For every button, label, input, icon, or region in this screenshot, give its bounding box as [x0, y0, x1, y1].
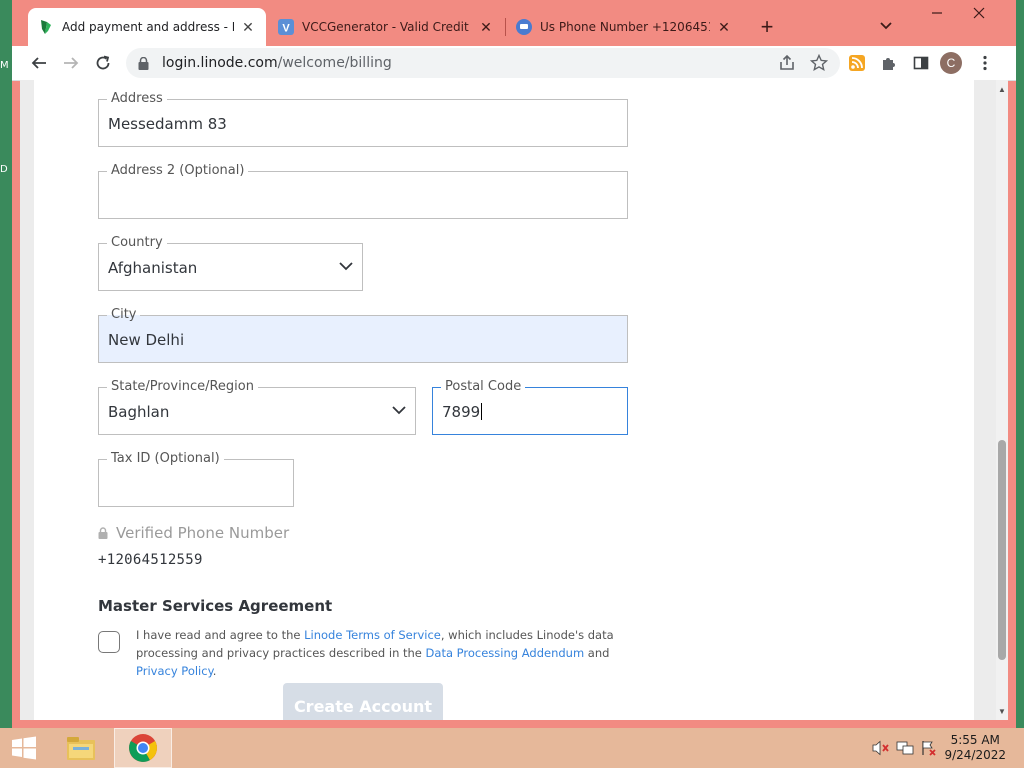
- browser-window: Add payment and address - Linode ✕ V VCC…: [12, 0, 1016, 728]
- page-viewport: Address Messedamm 83 Address 2 (Optional…: [20, 80, 996, 720]
- close-window-button[interactable]: [958, 0, 1000, 26]
- page-scrollbar[interactable]: ▲ ▼: [996, 80, 1008, 720]
- url-host: login.linode.com: [162, 55, 278, 71]
- address2-label: Address 2 (Optional): [107, 162, 249, 180]
- chrome-icon: [129, 734, 157, 762]
- chevron-down-icon[interactable]: [338, 258, 354, 274]
- billing-form-card: Address Messedamm 83 Address 2 (Optional…: [34, 80, 974, 720]
- linode-favicon-icon: [38, 19, 54, 35]
- new-tab-button[interactable]: +: [754, 14, 780, 40]
- close-tab-icon[interactable]: ✕: [478, 19, 494, 35]
- folder-icon: [67, 737, 95, 760]
- close-tab-icon[interactable]: ✕: [716, 19, 732, 35]
- tab-strip: Add payment and address - Linode ✕ V VCC…: [12, 0, 1016, 46]
- tab-search-icon[interactable]: [874, 14, 898, 38]
- verified-phone-value: +12064512559: [98, 552, 203, 568]
- desktop-icon-label-fragment: D: [0, 164, 8, 175]
- scroll-down-arrow-icon[interactable]: ▼: [996, 704, 1008, 718]
- city-value: New Delhi: [108, 331, 185, 349]
- file-explorer-taskbar-button[interactable]: [58, 728, 104, 768]
- tab-vccgenerator[interactable]: V VCCGenerator - Valid Credit Card ✕: [268, 8, 504, 46]
- city-label: City: [107, 306, 141, 324]
- minimize-button[interactable]: [916, 0, 958, 26]
- chrome-taskbar-button[interactable]: [114, 728, 172, 768]
- lock-icon[interactable]: [138, 56, 152, 70]
- url-path: /welcome/billing: [277, 55, 392, 71]
- action-center-flag-icon[interactable]: [920, 740, 938, 756]
- browser-menu-icon[interactable]: [972, 50, 998, 76]
- forward-arrow-icon[interactable]: [58, 50, 84, 76]
- side-panel-icon[interactable]: [908, 50, 934, 76]
- tab-title: Add payment and address - Linode: [62, 20, 234, 34]
- verified-phone-label-row: Verified Phone Number: [98, 524, 289, 542]
- windows-logo-icon: [12, 736, 36, 760]
- create-account-button[interactable]: Create Account: [283, 683, 443, 720]
- verified-phone-label: Verified Phone Number: [116, 524, 290, 542]
- tax-id-label: Tax ID (Optional): [107, 450, 224, 468]
- clock-time: 5:55 AM: [950, 733, 1000, 747]
- windows-taskbar: 5:55 AM 9/24/2022: [0, 728, 1024, 768]
- address-label: Address: [107, 90, 167, 108]
- reload-icon[interactable]: [90, 50, 116, 76]
- data-processing-addendum-link[interactable]: Data Processing Addendum: [426, 646, 585, 660]
- text-caret: [481, 403, 483, 420]
- extensions-puzzle-icon[interactable]: [876, 50, 902, 76]
- state-label: State/Province/Region: [107, 378, 258, 396]
- agree-text-prefix: I have read and agree to the: [136, 628, 305, 642]
- address2-field[interactable]: Address 2 (Optional): [98, 162, 628, 219]
- country-select[interactable]: Country Afghanistan: [98, 234, 363, 291]
- postal-code-value: 7899: [442, 403, 481, 421]
- address-value: Messedamm 83: [108, 115, 227, 133]
- start-button[interactable]: [2, 728, 46, 768]
- country-label: Country: [107, 234, 167, 252]
- chat-favicon-icon: [516, 19, 532, 35]
- lock-icon: [98, 527, 108, 539]
- tab-title: VCCGenerator - Valid Credit Card: [302, 20, 472, 34]
- bookmark-star-icon[interactable]: [809, 53, 829, 77]
- privacy-policy-link[interactable]: Privacy Policy: [136, 664, 213, 678]
- agree-text-and: and: [584, 646, 610, 660]
- rss-extension-icon[interactable]: [844, 50, 870, 76]
- network-icon[interactable]: [896, 740, 914, 756]
- desktop-icon-label-fragment: M: [0, 60, 9, 71]
- country-value: Afghanistan: [108, 259, 198, 277]
- speaker-muted-icon[interactable]: [872, 740, 890, 756]
- back-arrow-icon[interactable]: [26, 50, 52, 76]
- system-clock[interactable]: 5:55 AM 9/24/2022: [944, 733, 1006, 763]
- state-select[interactable]: State/Province/Region Baghlan: [98, 378, 416, 435]
- msa-heading: Master Services Agreement: [98, 597, 333, 615]
- profile-avatar[interactable]: C: [940, 52, 962, 74]
- chevron-down-icon[interactable]: [391, 402, 407, 418]
- city-field[interactable]: City New Delhi: [98, 306, 628, 363]
- tab-us-phone-number[interactable]: Us Phone Number +12064512559 ✕: [506, 8, 742, 46]
- address-bar[interactable]: login.linode.com/welcome/billing: [126, 48, 840, 78]
- state-value: Baghlan: [108, 403, 170, 421]
- postal-code-label: Postal Code: [441, 378, 526, 396]
- scrollbar-thumb[interactable]: [998, 440, 1006, 660]
- share-icon[interactable]: [778, 54, 796, 77]
- scroll-up-arrow-icon[interactable]: ▲: [996, 82, 1008, 96]
- address-field[interactable]: Address Messedamm 83: [98, 90, 628, 147]
- tab-title: Us Phone Number +12064512559: [540, 20, 710, 34]
- clock-date: 9/24/2022: [944, 748, 1006, 762]
- tab-linode-billing[interactable]: Add payment and address - Linode ✕: [28, 8, 266, 46]
- agreement-text: I have read and agree to the Linode Term…: [136, 626, 636, 680]
- postal-code-field[interactable]: Postal Code 7899: [432, 378, 628, 435]
- agree-text-end: .: [212, 664, 217, 678]
- tax-id-field[interactable]: Tax ID (Optional): [98, 450, 294, 507]
- agreement-checkbox[interactable]: [98, 631, 120, 653]
- close-tab-icon[interactable]: ✕: [240, 19, 256, 35]
- browser-toolbar: login.linode.com/welcome/billing C: [12, 46, 1016, 81]
- vcc-favicon-icon: V: [278, 19, 294, 35]
- svg-text:V: V: [282, 23, 290, 35]
- terms-of-service-link[interactable]: Linode Terms of Service: [304, 628, 441, 642]
